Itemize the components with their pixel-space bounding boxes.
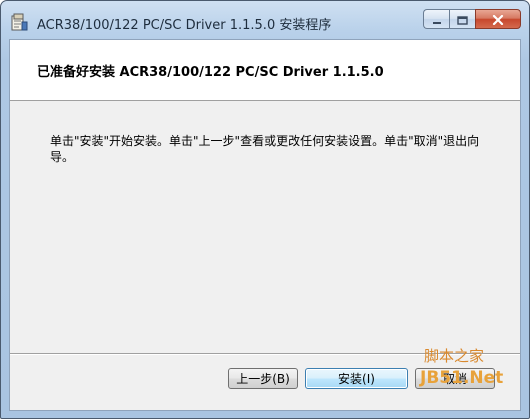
watermark: 脚本之家 JB51.Net — [414, 345, 514, 395]
window-title: ACR38/100/122 PC/SC Driver 1.1.5.0 安装程序 — [37, 18, 332, 33]
back-button[interactable]: 上一步(B) — [228, 368, 298, 389]
maximize-icon — [457, 10, 468, 29]
header-banner: 已准备好安装 ACR38/100/122 PC/SC Driver 1.1.5.… — [10, 40, 520, 101]
install-button[interactable]: 安装(I) — [305, 368, 408, 389]
caption-buttons — [423, 9, 521, 29]
installer-window: ACR38/100/122 PC/SC Driver 1.1.5.0 安装程序 … — [0, 0, 530, 419]
close-icon — [492, 10, 504, 29]
minimize-icon — [432, 10, 442, 29]
title-bar[interactable]: ACR38/100/122 PC/SC Driver 1.1.5.0 安装程序 — [1, 1, 529, 39]
close-button[interactable] — [475, 9, 521, 29]
maximize-button[interactable] — [449, 9, 475, 29]
dialog-client-area: 已准备好安装 ACR38/100/122 PC/SC Driver 1.1.5.… — [9, 39, 521, 411]
instructions-text: 单击"安装"开始安装。单击"上一步"查看或更改任何安装设置。单击"取消"退出向导… — [50, 134, 480, 164]
watermark-line2: JB51.Net — [420, 368, 504, 388]
watermark-line1: 脚本之家 — [424, 347, 485, 365]
installer-icon — [9, 12, 29, 32]
page-title: 已准备好安装 ACR38/100/122 PC/SC Driver 1.1.5.… — [37, 65, 384, 80]
minimize-button[interactable] — [423, 9, 449, 29]
